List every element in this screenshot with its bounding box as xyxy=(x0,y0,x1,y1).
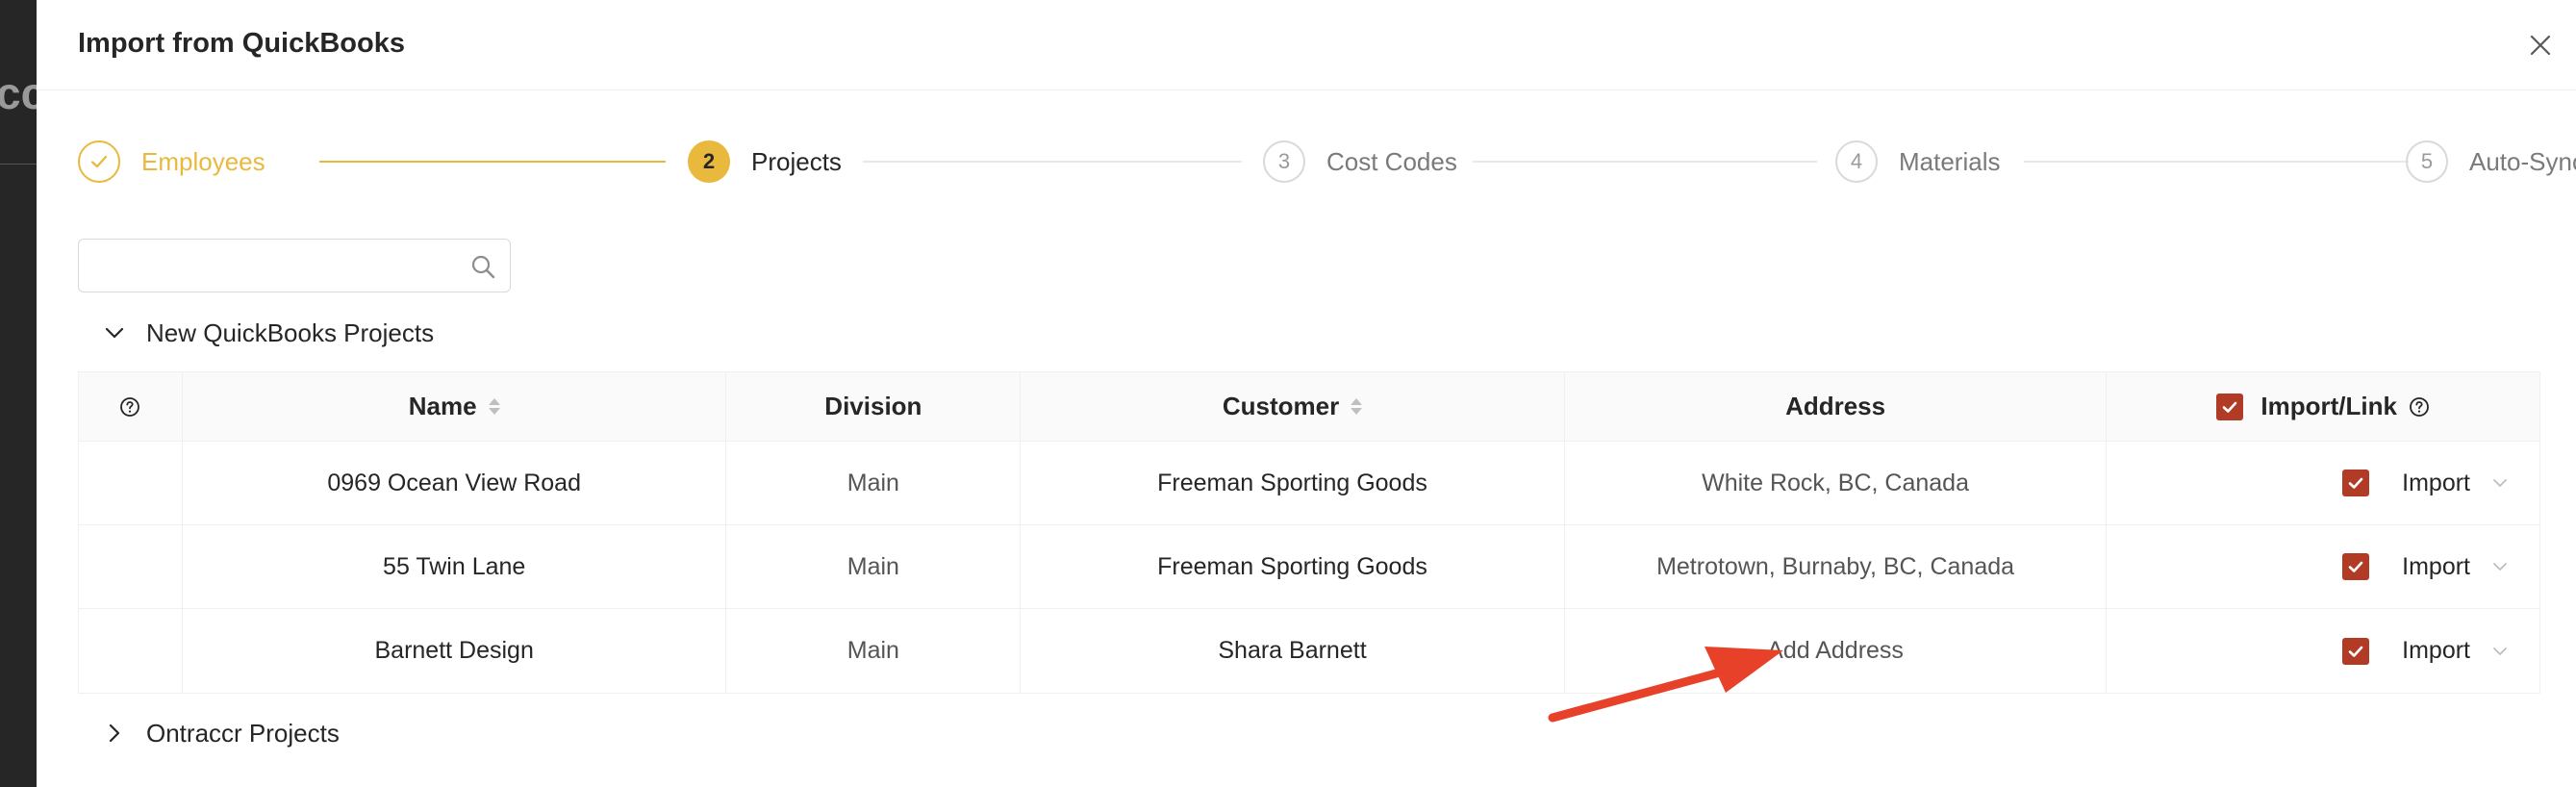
step-connector xyxy=(863,161,1242,163)
column-name[interactable]: Name xyxy=(183,372,727,441)
address-cell[interactable]: Metrotown, Burnaby, BC, Canada xyxy=(1565,525,2108,608)
app-backdrop: cc xyxy=(0,0,45,787)
row-empty-cell xyxy=(79,442,183,524)
chevron-down-icon[interactable] xyxy=(2489,556,2511,577)
step-connector xyxy=(1473,161,1817,163)
projects-table: Name Division Customer Address Import/Li… xyxy=(78,371,2540,694)
dialog-header: Import from QuickBooks xyxy=(37,0,2576,90)
step-auto-sync[interactable]: 5 Auto-Sync xyxy=(2406,140,2576,183)
chevron-right-icon xyxy=(109,724,120,743)
step-number: 5 xyxy=(2406,140,2448,183)
column-label: Name xyxy=(408,392,477,420)
section-label: Ontraccr Projects xyxy=(146,718,340,748)
step-label: Auto-Sync xyxy=(2469,146,2576,176)
table-row: 0969 Ocean View Road Main Freeman Sporti… xyxy=(79,442,2539,525)
chevron-down-icon[interactable] xyxy=(2489,472,2511,494)
section-new-quickbooks-projects[interactable]: New QuickBooks Projects xyxy=(102,314,434,352)
help-circle-icon[interactable] xyxy=(2409,396,2430,418)
import-checkbox[interactable] xyxy=(2342,470,2370,496)
close-icon[interactable] xyxy=(2524,29,2557,62)
project-name-cell: 0969 Ocean View Road xyxy=(183,442,727,524)
import-link-cell: Import xyxy=(2107,609,2539,693)
column-label: Customer xyxy=(1222,392,1340,420)
step-employees[interactable]: Employees xyxy=(78,140,265,183)
row-empty-cell xyxy=(79,525,183,608)
customer-cell: Freeman Sporting Goods xyxy=(1021,442,1565,524)
import-select[interactable]: Import xyxy=(2402,637,2470,665)
table-row: 55 Twin Lane Main Freeman Sporting Goods… xyxy=(79,525,2539,609)
column-label: Division xyxy=(824,392,922,420)
search-icon[interactable] xyxy=(469,253,496,280)
column-label: Import/Link xyxy=(2260,392,2397,420)
step-label: Employees xyxy=(141,146,265,176)
division-cell: Main xyxy=(726,525,1022,608)
project-name-cell: 55 Twin Lane xyxy=(183,525,727,608)
step-connector xyxy=(319,161,666,163)
import-checkbox[interactable] xyxy=(2342,637,2370,665)
column-label: Address xyxy=(1785,392,1886,420)
import-dialog: Import from QuickBooks Employees 2 Proje… xyxy=(37,0,2576,787)
sort-icon[interactable] xyxy=(1351,398,1363,415)
header-help-cell xyxy=(79,372,183,441)
step-number: 3 xyxy=(1263,140,1305,183)
import-link-cell: Import xyxy=(2107,442,2539,524)
division-cell: Main xyxy=(726,442,1022,524)
step-number: 4 xyxy=(1835,140,1878,183)
add-address-button[interactable]: Add Address xyxy=(1565,609,2108,693)
division-cell: Main xyxy=(726,609,1022,693)
column-customer[interactable]: Customer xyxy=(1021,372,1565,441)
customer-cell: Shara Barnett xyxy=(1021,609,1565,693)
customer-cell: Freeman Sporting Goods xyxy=(1021,525,1565,608)
project-name-cell: Barnett Design xyxy=(183,609,727,693)
step-label: Cost Codes xyxy=(1326,146,1457,176)
section-label: New QuickBooks Projects xyxy=(146,317,435,347)
chevron-down-icon xyxy=(105,327,124,339)
search-box xyxy=(78,239,511,292)
import-select[interactable]: Import xyxy=(2402,470,2470,497)
column-division: Division xyxy=(726,372,1022,441)
table-row: Barnett Design Main Shara Barnett Add Ad… xyxy=(79,609,2539,693)
help-circle-icon[interactable] xyxy=(119,396,140,418)
sort-icon[interactable] xyxy=(488,398,500,415)
step-cost-codes[interactable]: 3 Cost Codes xyxy=(1263,140,1457,183)
step-number: 2 xyxy=(688,140,730,183)
section-ontraccr-projects[interactable]: Ontraccr Projects xyxy=(102,714,340,752)
address-cell[interactable]: White Rock, BC, Canada xyxy=(1565,442,2108,524)
backdrop-divider xyxy=(0,164,37,165)
column-import-link: Import/Link xyxy=(2107,372,2539,441)
import-checkbox[interactable] xyxy=(2342,553,2370,580)
step-projects[interactable]: 2 Projects xyxy=(688,140,842,183)
import-steps: Employees 2 Projects 3 Cost Codes 4 Mate… xyxy=(78,140,2576,183)
dialog-title: Import from QuickBooks xyxy=(78,28,405,59)
step-materials[interactable]: 4 Materials xyxy=(1835,140,2000,183)
step-label: Projects xyxy=(751,146,842,176)
chevron-down-icon[interactable] xyxy=(2489,641,2511,662)
check-icon xyxy=(78,140,120,183)
row-empty-cell xyxy=(79,609,183,693)
step-label: Materials xyxy=(1899,146,2001,176)
import-link-cell: Import xyxy=(2107,525,2539,608)
import-select[interactable]: Import xyxy=(2402,553,2470,581)
step-connector xyxy=(2024,161,2409,163)
column-address: Address xyxy=(1565,372,2108,441)
table-header-row: Name Division Customer Address Import/Li… xyxy=(79,372,2539,442)
select-all-checkbox[interactable] xyxy=(2216,393,2244,420)
search-input[interactable] xyxy=(90,247,456,284)
